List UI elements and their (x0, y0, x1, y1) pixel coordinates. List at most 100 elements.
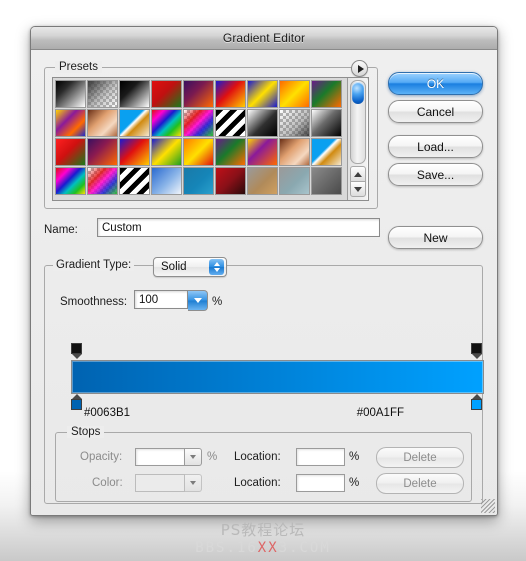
gradient-preview-bar[interactable] (71, 360, 484, 394)
preset-swatch-gray-teal[interactable] (279, 167, 310, 195)
preset-swatch-blue-orange-diagonal[interactable] (119, 109, 150, 137)
preset-swatch-transparent-rainbow[interactable] (183, 109, 214, 137)
watermark-url-a: BBS.16 (195, 540, 258, 556)
preset-swatch-fill (88, 81, 117, 107)
preset-swatch-violet-orange-2[interactable] (87, 138, 118, 166)
scroll-up-button[interactable] (350, 166, 366, 182)
color-swatch-input[interactable] (135, 474, 185, 492)
preset-swatch-blue-yellow-green[interactable] (151, 138, 182, 166)
preset-swatch-black-white[interactable] (55, 80, 86, 108)
opacity-stop-marker-icon (471, 343, 482, 354)
smoothness-input[interactable]: 100 (134, 290, 188, 309)
color-stop-marker-icon (71, 399, 82, 410)
preset-swatch-fill (280, 110, 309, 136)
stepper-up-arrow-icon (213, 262, 220, 266)
gradient-type-select[interactable]: Solid (153, 257, 227, 277)
preset-swatch-violet-orange[interactable] (183, 80, 214, 108)
color-stop-right[interactable] (471, 394, 482, 410)
preset-swatch-yellow-violet-orange[interactable] (247, 138, 278, 166)
stepper-up-down-icon[interactable] (209, 259, 224, 275)
opacity-location-input[interactable] (296, 448, 345, 466)
watermark-line-1: PS教程论坛 (220, 521, 306, 539)
preset-swatch-spectrum[interactable] (151, 109, 182, 137)
presets-well (52, 77, 369, 201)
watermark-url-b: XX (257, 540, 279, 556)
preset-swatch-transparent-stripe[interactable] (279, 109, 310, 137)
opacity-stop-left[interactable] (71, 343, 82, 359)
opacity-stop-right[interactable] (471, 343, 482, 359)
preset-menu-button[interactable] (351, 60, 368, 77)
presets-group: Presets (44, 60, 378, 209)
gradient-type-value: Solid (161, 261, 187, 273)
opacity-stop-marker-icon (71, 343, 82, 354)
preset-swatch-gray-orange[interactable] (247, 167, 278, 195)
preset-swatch-spectrum-2[interactable] (55, 167, 86, 195)
chevron-down-icon (193, 298, 202, 303)
gradient-editor-dialog: Gradient Editor Presets OK Cancel Load..… (30, 26, 498, 516)
color-location-input[interactable] (296, 474, 345, 492)
preset-swatch-black-white-2[interactable] (119, 80, 150, 108)
presets-scrollbar[interactable] (347, 78, 367, 200)
preset-swatch-grid[interactable] (53, 78, 347, 200)
ok-button[interactable]: OK (388, 72, 483, 95)
preset-swatch-fill (88, 168, 117, 194)
resize-grip-icon[interactable] (481, 499, 495, 513)
opacity-label: Opacity: (80, 451, 123, 463)
scroll-down-button[interactable] (350, 181, 366, 197)
preset-swatch-violet-green-orange-2[interactable] (215, 138, 246, 166)
delete-opacity-stop-button[interactable]: Delete (376, 447, 464, 468)
preset-swatch-red-green-2[interactable] (55, 138, 86, 166)
cancel-button[interactable]: Cancel (388, 100, 483, 123)
preset-swatch-copper[interactable] (87, 109, 118, 137)
chevron-down-icon (190, 455, 196, 459)
name-input[interactable]: Custom (97, 218, 380, 237)
preset-swatch-blue-red-yellow[interactable] (215, 80, 246, 108)
preset-swatch-black-white-3[interactable] (247, 109, 278, 137)
scroll-down-arrow-icon (354, 186, 362, 192)
preset-swatch-foreground-to-transparent[interactable] (87, 80, 118, 108)
opacity-location-label: Location: (234, 451, 281, 463)
preset-swatch-gray-gradient[interactable] (311, 167, 342, 195)
stepper-down-arrow-icon (213, 268, 220, 272)
preset-swatch-fill (184, 110, 213, 136)
save-button[interactable]: Save... (388, 163, 483, 186)
preset-swatch-black-white-stripes[interactable] (215, 109, 246, 137)
scrollbar-thumb[interactable] (352, 82, 364, 104)
preset-swatch-red-black[interactable] (215, 167, 246, 195)
preset-swatch-steel-blue[interactable] (183, 167, 214, 195)
preset-swatch-blue-red-yellow-2[interactable] (119, 138, 150, 166)
title-bar[interactable]: Gradient Editor (31, 27, 497, 50)
preset-swatch-orange-yellow-red[interactable] (183, 138, 214, 166)
preset-swatch-blue-yellow-blue[interactable] (247, 80, 278, 108)
new-button[interactable]: New (388, 226, 483, 249)
preset-swatch-white-black[interactable] (311, 109, 342, 137)
smoothness-dropdown-button[interactable] (188, 290, 208, 311)
preset-swatch-red-green[interactable] (151, 80, 182, 108)
screenshot-root: Gradient Editor Presets OK Cancel Load..… (0, 0, 526, 561)
preset-swatch-blue-orange-diagonal-2[interactable] (311, 138, 342, 166)
load-button[interactable]: Load... (388, 135, 483, 158)
preset-swatch-transparent-rainbow-2[interactable] (87, 167, 118, 195)
delete-color-stop-button[interactable]: Delete (376, 473, 464, 494)
color-dropdown-button[interactable] (185, 474, 202, 492)
stops-group-title: Stops (67, 426, 105, 438)
opacity-input[interactable] (135, 448, 185, 466)
preset-swatch-blue-white[interactable] (151, 167, 182, 195)
preset-swatch-orange-yellow-orange[interactable] (279, 80, 310, 108)
preset-swatch-violet-green-orange[interactable] (311, 80, 342, 108)
gradient-start-hex: #0063B1 (84, 407, 131, 419)
smoothness-label: Smoothness: (60, 296, 128, 308)
preset-swatch-yellow-violet-orange-blue[interactable] (55, 109, 86, 137)
watermark-url-c: 3.COM (278, 540, 331, 556)
smoothness-unit: % (212, 296, 223, 308)
preset-swatch-black-white-stripes-2[interactable] (119, 167, 150, 195)
name-label: Name: (44, 224, 78, 236)
opacity-dropdown-button[interactable] (185, 448, 202, 466)
preset-swatch-copper-2[interactable] (279, 138, 310, 166)
gradient-type-label: Gradient Type: (53, 259, 135, 271)
color-stop-left[interactable] (71, 394, 82, 410)
scrollbar-track[interactable] (350, 80, 366, 164)
dialog-body: Presets OK Cancel Load... Save... New Na… (31, 50, 497, 515)
gradient-end-hex: #00A1FF (356, 407, 404, 419)
color-location-unit: % (349, 477, 360, 489)
